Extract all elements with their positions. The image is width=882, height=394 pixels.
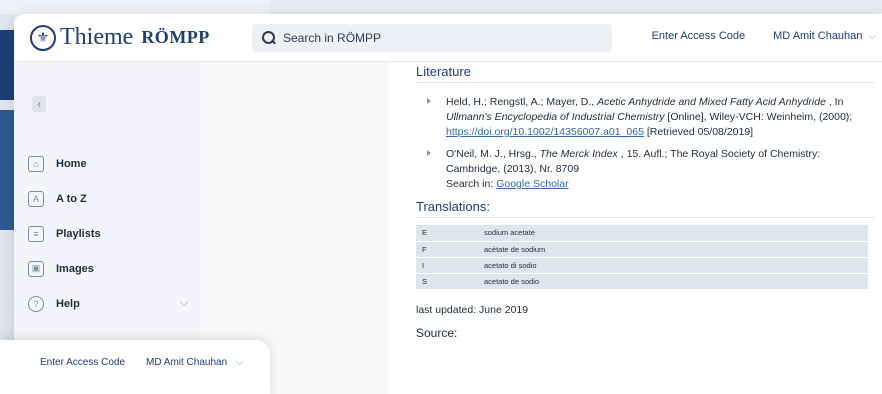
translation-text: acétate de sodium: [484, 241, 868, 258]
product-name: RÖMPP: [141, 27, 210, 47]
bullet-icon: [427, 98, 431, 104]
search-in-label: Search in:: [446, 178, 497, 190]
home-icon: ⌂: [28, 155, 44, 172]
account-area: Enter Access Code MD Amit Chauhan ⌵: [652, 30, 882, 42]
search-icon: [262, 31, 276, 45]
sidebar-item-label: Help: [56, 297, 80, 310]
literature-list: Held, H.; Rengstl, A.; Mayer, D., Acetic…: [416, 95, 874, 192]
collapse-sidebar-button[interactable]: ‹: [32, 96, 46, 112]
reference-source: Ullmann's Encyclopedia of Industrial Che…: [446, 111, 665, 123]
logo[interactable]: ⚜ Thieme RÖMPP: [30, 24, 210, 51]
google-scholar-link[interactable]: Google Scholar: [496, 178, 568, 190]
last-updated: last updated: June 2019: [416, 303, 529, 316]
help-icon: ?: [28, 295, 44, 312]
reference-title: Acetic Anhydride and Mixed Fatty Acid An…: [597, 96, 826, 108]
sidebar-item-label: Playlists: [56, 227, 101, 240]
article-content: Literature Held, H.; Rengstl, A.; Mayer,…: [416, 64, 874, 340]
access-code-link[interactable]: Enter Access Code: [40, 357, 125, 368]
table-row: F acétate de sodium: [416, 241, 868, 258]
user-menu[interactable]: MD Amit Chauhan: [146, 357, 227, 368]
table-row: I acetato di sodio: [416, 257, 868, 274]
floating-account-card: Enter Access Code MD Amit Chauhan ⌵: [0, 340, 270, 394]
table-row: S acetato de sodio: [416, 273, 868, 290]
background-strip: [0, 0, 14, 394]
source-heading: Source:: [416, 325, 458, 340]
sidebar-item-label: Home: [56, 157, 87, 170]
chevron-down-icon[interactable]: ⌵: [236, 357, 244, 368]
playlist-icon: ≡: [28, 225, 44, 242]
search-input[interactable]: Search in RÖMPP: [252, 24, 612, 52]
list-item: O'Neil, M. J., Hrsg., The Merck Index , …: [416, 147, 874, 192]
sidebar-item-a-to-z[interactable]: A A to Z: [28, 181, 101, 216]
atoz-icon: A: [28, 190, 44, 207]
crest-icon: ⚜: [30, 24, 56, 51]
background-accent: [0, 110, 14, 230]
chevron-down-icon[interactable]: ⌵: [868, 31, 876, 42]
sidebar-item-images[interactable]: ▣ Images: [28, 251, 101, 286]
list-item: Held, H.; Rengstl, A.; Mayer, D., Acetic…: [416, 95, 874, 140]
language-code: S: [416, 273, 484, 290]
reference-title: The Merck Index: [539, 148, 618, 160]
background-accent: [0, 30, 14, 100]
doi-link[interactable]: https://doi.org/10.1002/14356007.a01_065: [446, 126, 644, 138]
translation-text: acetato di sodio: [484, 257, 868, 274]
sidebar-item-help[interactable]: ? Help ⌵: [28, 286, 188, 321]
translations-heading: Translations:: [416, 199, 874, 218]
bullet-icon: [427, 150, 431, 156]
language-code: I: [416, 257, 484, 274]
chevron-down-icon[interactable]: ⌵: [180, 297, 188, 310]
background-panel: [0, 0, 270, 14]
sidebar-nav: ⌂ Home A A to Z ≡ Playlists ▣ Images ? H…: [28, 146, 188, 321]
sidebar-item-label: A to Z: [56, 192, 87, 205]
app-window: ⚜ Thieme RÖMPP Search in RÖMPP Enter Acc…: [14, 14, 882, 394]
translation-text: sodium acetate: [484, 225, 868, 242]
language-code: F: [416, 241, 484, 258]
translation-text: acetato de sodio: [484, 273, 868, 290]
brand-name: Thieme: [60, 24, 134, 50]
sidebar-item-playlists[interactable]: ≡ Playlists: [28, 216, 101, 251]
translations-table: E sodium acetate F acétate de sodium I a…: [416, 225, 868, 290]
search-placeholder: Search in RÖMPP: [283, 31, 382, 45]
sidebar-item-label: Images: [56, 262, 94, 275]
top-bar: ⚜ Thieme RÖMPP Search in RÖMPP Enter Acc…: [14, 14, 882, 62]
table-row: E sodium acetate: [416, 225, 868, 242]
chevron-left-icon: ‹: [37, 98, 41, 110]
sidebar-item-home[interactable]: ⌂ Home: [28, 146, 101, 181]
user-menu[interactable]: MD Amit Chauhan: [773, 30, 862, 42]
literature-heading: Literature: [416, 64, 874, 83]
images-icon: ▣: [28, 260, 44, 277]
access-code-link[interactable]: Enter Access Code: [652, 30, 746, 42]
language-code: E: [416, 225, 484, 242]
